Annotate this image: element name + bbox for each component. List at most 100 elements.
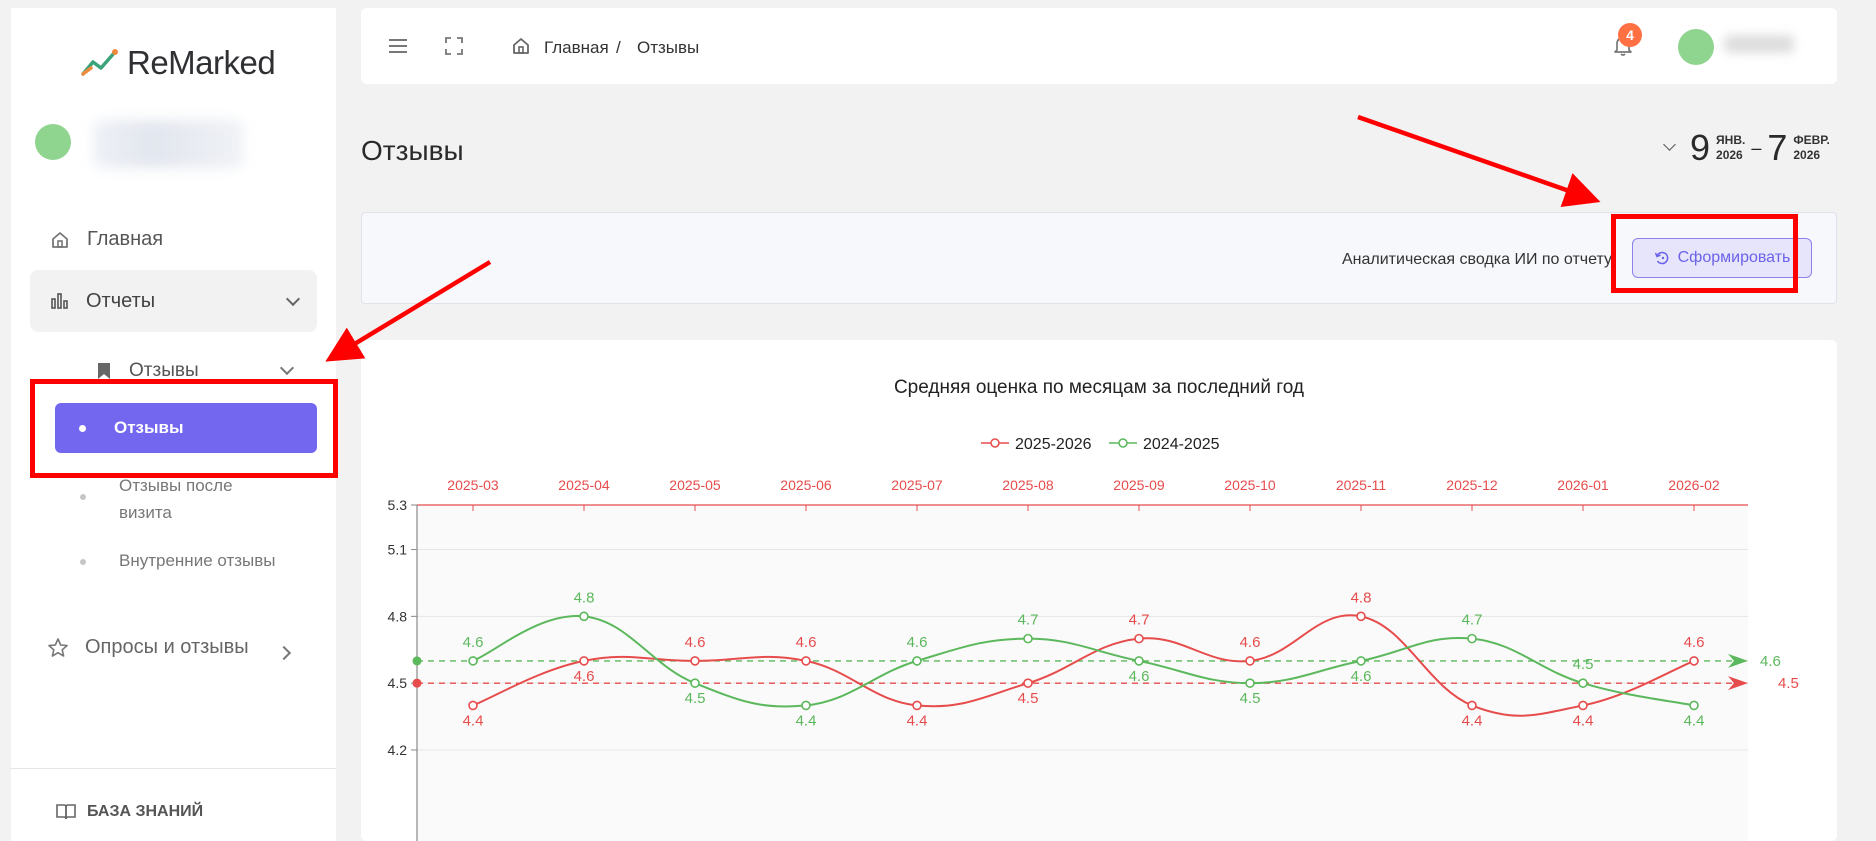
data-point <box>690 656 700 666</box>
logo-chart-icon <box>81 49 118 76</box>
x-tick-label: 2025-06 <box>780 477 832 493</box>
data-label: 4.4 <box>463 712 484 729</box>
data-label: 4.4 <box>1684 712 1705 729</box>
x-tick-label: 2025-05 <box>669 477 721 493</box>
page-title: Отзывы <box>361 135 464 166</box>
sidebar-item-surveys[interactable]: Опросы и отзывы <box>47 636 249 659</box>
legend-marker <box>1118 438 1128 448</box>
legend-label: 2025-2026 <box>1015 436 1092 453</box>
data-point <box>1023 678 1033 688</box>
rating-line-chart: Средняя оценка по месяцам за последний г… <box>388 377 1799 841</box>
data-point <box>1134 656 1144 666</box>
profile-name-blurred[interactable] <box>93 120 243 168</box>
sidebar-item-label: Опросы и отзывы <box>85 636 249 658</box>
average-start-dot <box>412 656 422 666</box>
date-to-month: ФЕВР. <box>1793 133 1830 147</box>
breadcrumb-home[interactable]: Главная <box>544 38 609 58</box>
date-from-month-year: ЯНВ. 2026 <box>1716 133 1745 163</box>
star-icon <box>47 637 69 659</box>
x-tick-label: 2025-07 <box>891 477 943 493</box>
data-label: 4.4 <box>796 712 817 729</box>
y-tick-label: 4.8 <box>388 608 408 624</box>
user-avatar[interactable] <box>1678 29 1714 65</box>
data-label: 4.6 <box>907 634 928 651</box>
profile-avatar[interactable] <box>35 124 71 160</box>
menu-icon[interactable] <box>389 39 407 57</box>
logo-text: ReMarked <box>127 44 276 81</box>
home-icon <box>49 229 71 251</box>
data-point <box>468 700 478 711</box>
data-point <box>801 700 811 711</box>
sidebar-item-internal[interactable]: Внутренние отзывы <box>119 551 276 571</box>
x-tick-label: 2025-11 <box>1336 477 1387 493</box>
divider <box>11 768 336 769</box>
date-from-day: 9 <box>1690 127 1711 168</box>
annotation-arrow-right <box>1357 114 1601 208</box>
data-label: 4.7 <box>1462 612 1483 629</box>
plot-area <box>417 505 1748 841</box>
y-tick-label: 4.5 <box>388 675 408 691</box>
legend-label: 2024-2025 <box>1143 436 1220 453</box>
chevron-right-icon <box>276 645 292 661</box>
bar-chart-icon <box>48 290 70 312</box>
data-point <box>579 656 589 666</box>
breadcrumb-current: Отзывы <box>637 38 700 57</box>
bullet-icon <box>80 494 86 500</box>
average-start-dot <box>412 678 422 688</box>
date-to-year: 2026 <box>1793 148 1821 162</box>
sidebar-item-label: Главная <box>87 228 164 250</box>
data-point <box>1467 633 1477 644</box>
data-point <box>1245 656 1255 666</box>
date-to-month-year: ФЕВР. 2026 <box>1793 133 1829 163</box>
date-from-month: ЯНВ. <box>1716 133 1746 147</box>
data-label: 4.6 <box>463 634 484 651</box>
data-point <box>1134 633 1144 644</box>
chart-title: Средняя оценка по месяцам за последний г… <box>894 377 1304 398</box>
data-point <box>1356 611 1366 622</box>
data-point <box>912 700 922 711</box>
sidebar-item-home[interactable]: Главная <box>49 228 163 251</box>
data-label: 4.8 <box>574 589 595 606</box>
breadcrumb-separator: / <box>616 38 621 57</box>
bullet-icon <box>80 559 86 565</box>
y-tick-label: 5.3 <box>388 497 408 513</box>
data-label: 4.7 <box>1018 612 1039 629</box>
book-icon <box>55 801 77 823</box>
sidebar-item-label: визита <box>119 503 172 522</box>
data-label: 4.6 <box>796 634 817 651</box>
ai-summary-label: Аналитическая сводка ИИ по отчету <box>1342 251 1612 268</box>
chevron-down-icon <box>285 291 301 307</box>
home-icon[interactable] <box>511 36 531 56</box>
user-name-blurred[interactable] <box>1724 35 1794 53</box>
data-label: 4.6 <box>685 634 706 651</box>
data-label: 4.6 <box>1129 668 1150 685</box>
sidebar-item-knowledge-base[interactable]: БАЗА ЗНАНИЙ <box>55 801 203 823</box>
data-label: 4.4 <box>1462 712 1483 729</box>
fullscreen-icon[interactable] <box>445 37 463 55</box>
date-range-picker[interactable]: 9 ЯНВ. 2026 – 7 ФЕВР. 2026 <box>1663 127 1830 168</box>
annotation-box-sidebar <box>30 379 338 478</box>
app-logo[interactable]: ReMarked <box>81 44 276 82</box>
data-label: 4.6 <box>1240 634 1261 651</box>
average-label: 4.5 <box>1778 675 1799 692</box>
data-point <box>1467 700 1477 711</box>
data-point <box>1245 678 1255 688</box>
data-label: 4.8 <box>1351 589 1372 606</box>
sidebar-item-reports[interactable]: Отчеты <box>30 270 317 332</box>
date-to-day: 7 <box>1767 127 1788 168</box>
data-label: 4.6 <box>1684 634 1705 651</box>
sidebar-item-label: Отчеты <box>86 289 156 312</box>
x-tick-label: 2025-09 <box>1113 477 1165 493</box>
data-point <box>1689 700 1699 711</box>
chevron-down-icon <box>279 360 295 376</box>
y-tick-label: 4.2 <box>388 742 408 758</box>
date-from-year: 2026 <box>1716 148 1743 162</box>
data-label: 4.5 <box>1240 690 1261 707</box>
data-label: 4.4 <box>1573 712 1594 729</box>
data-point <box>1356 656 1366 666</box>
data-point <box>912 656 922 666</box>
sidebar-item-after-visit[interactable]: Отзывы после визита <box>119 472 233 526</box>
data-label: 4.6 <box>1351 668 1372 685</box>
x-tick-label: 2026-02 <box>1668 477 1720 493</box>
data-point <box>1023 633 1033 644</box>
